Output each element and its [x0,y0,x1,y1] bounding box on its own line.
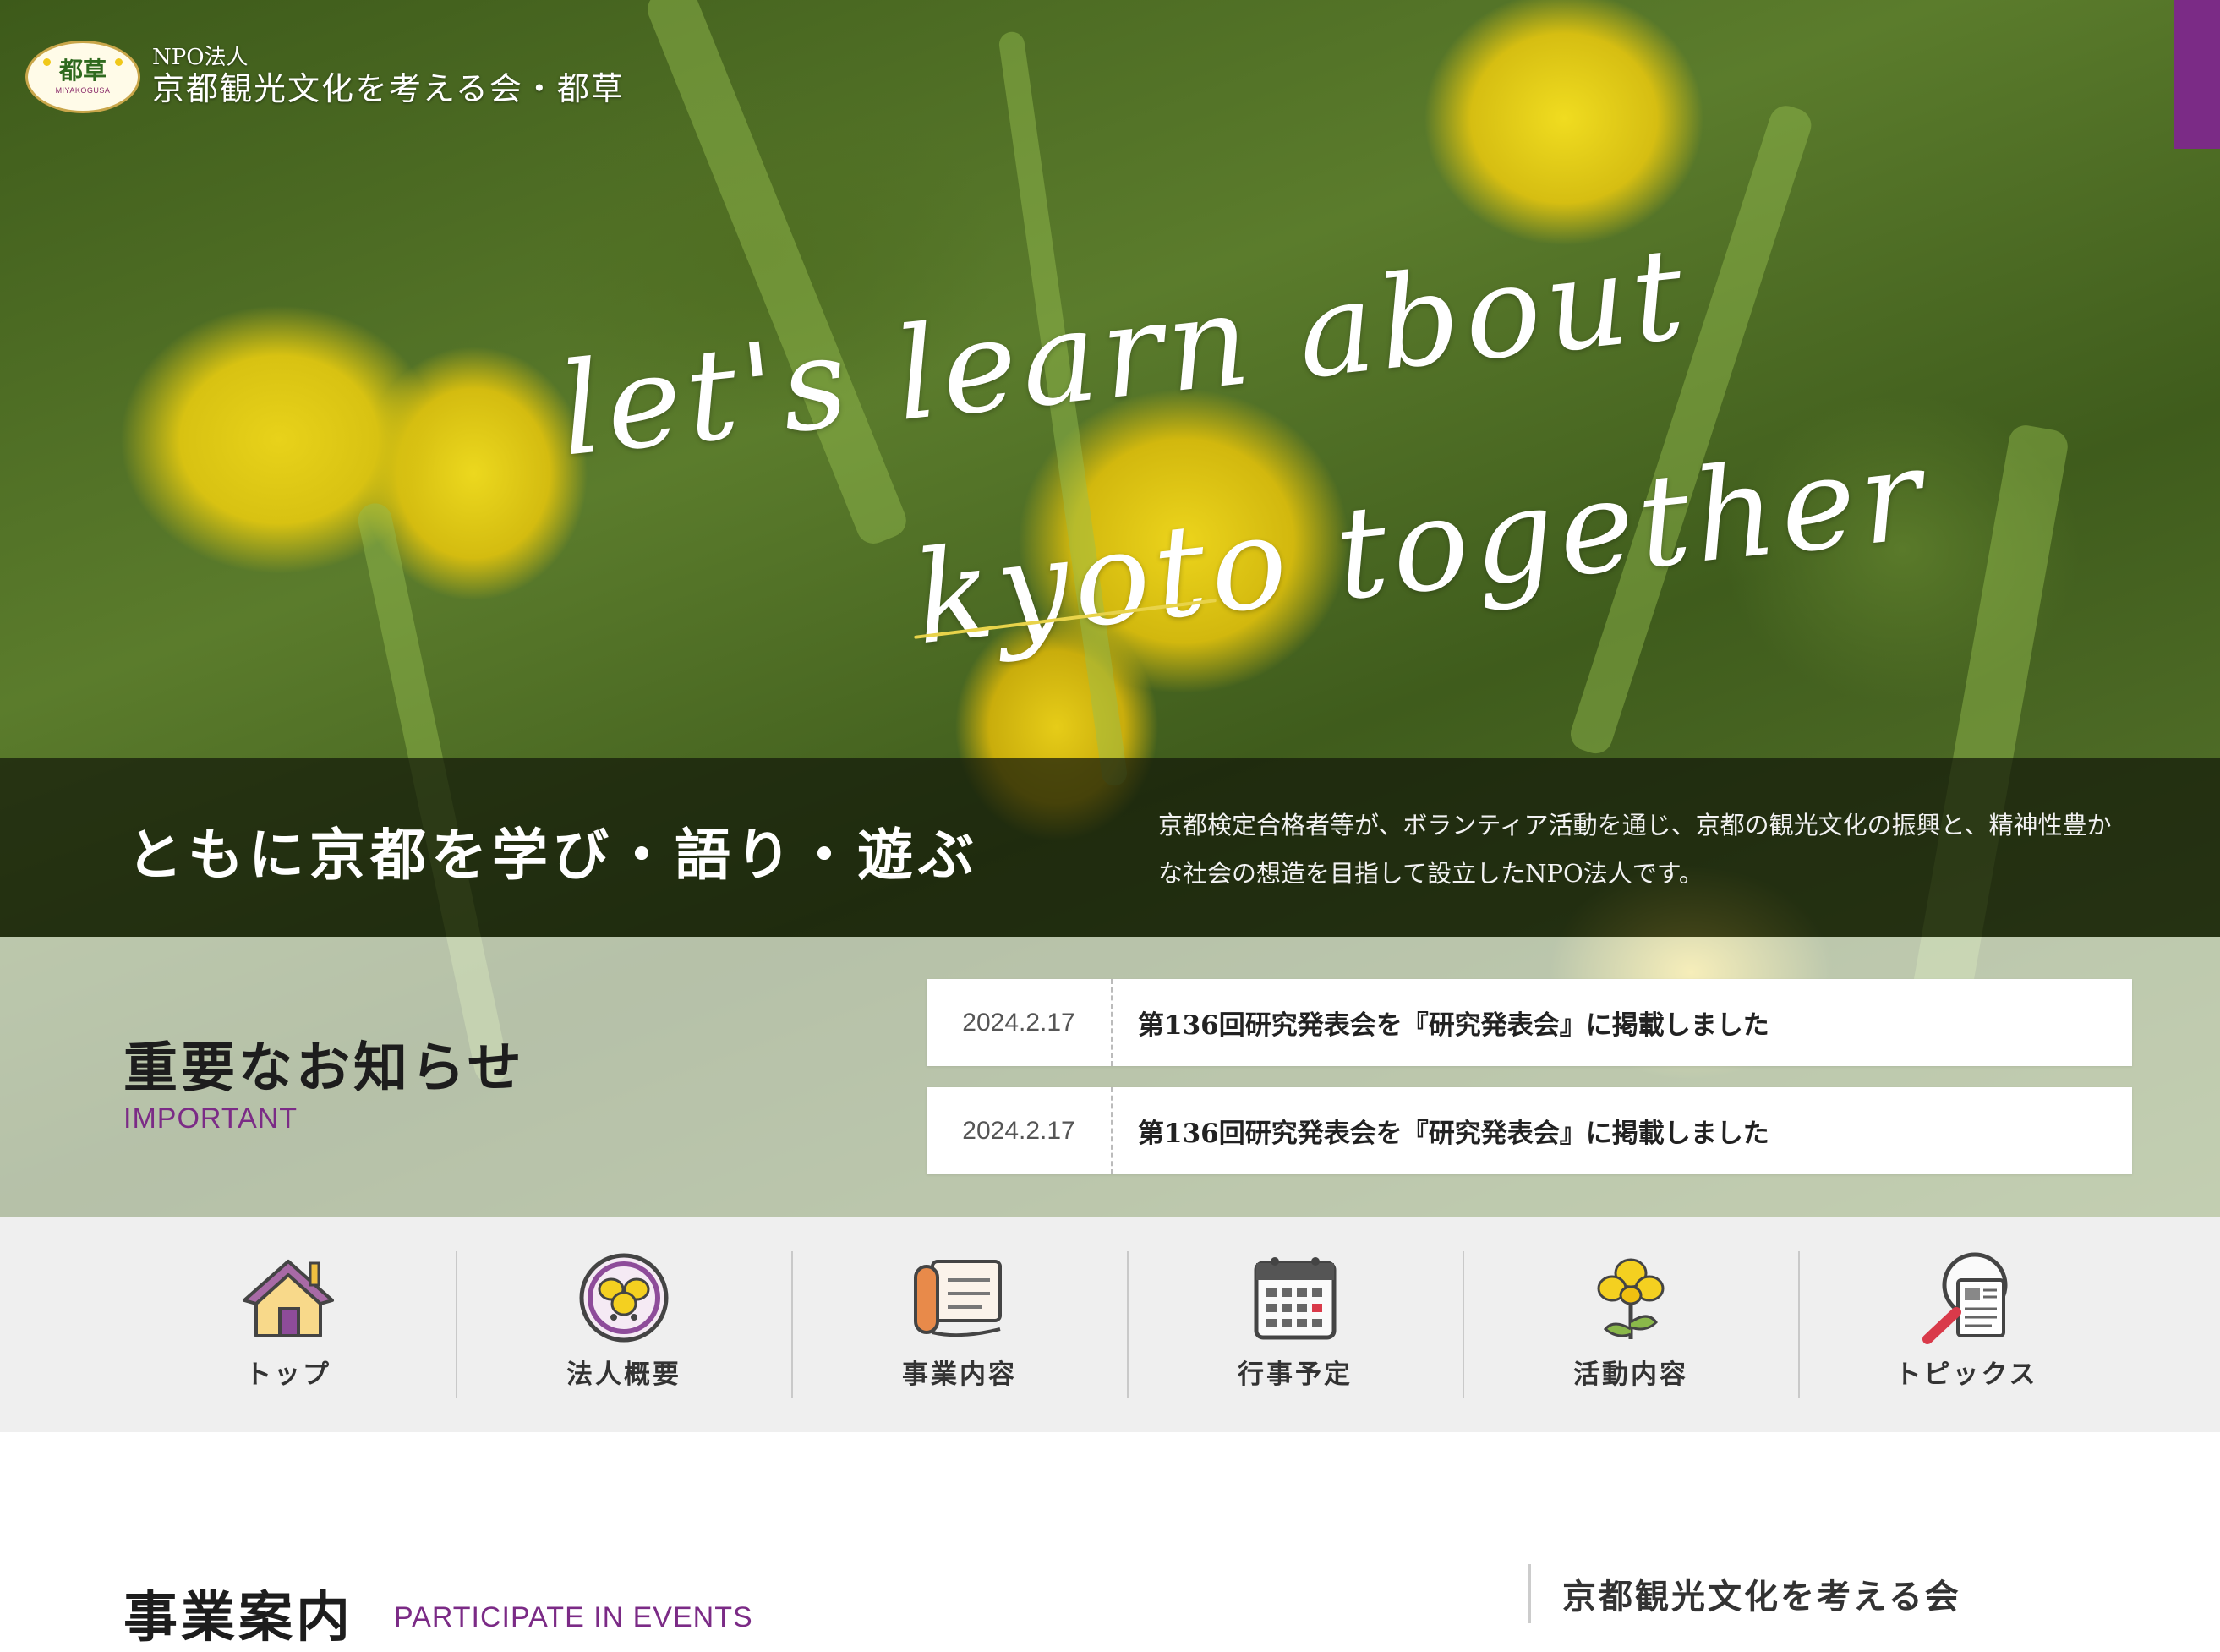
important-title: 重要なお知らせ [123,1037,525,1100]
news-magnifier-icon [1916,1251,2017,1344]
nav-label: 事業内容 [902,1359,1017,1390]
nav-label: 法人概要 [566,1359,681,1390]
hero-description: 京都検定合格者等が、ボランティア活動を通じ、京都の観光文化の振興と、精神性豊かな… [1158,811,2112,888]
events-subtitle: PARTICIPATE IN EVENTS [394,1601,753,1633]
calendar-icon [1244,1251,1346,1344]
menu-tab[interactable] [2174,0,2220,149]
important-subtitle: IMPORTANT [123,1102,298,1135]
org-type: NPO法人 [152,44,249,70]
nav-item-top[interactable]: トップ [121,1251,456,1398]
notice-item[interactable]: 2024.2.17 第136回研究発表会を『研究発表会』に掲載しました [927,979,2132,1066]
site-logo[interactable]: 都草 MIYAKOGUSA NPO法人 京都観光文化を考える会・都草 [25,41,625,113]
nav-label: トピックス [1895,1359,2038,1390]
house-icon [238,1251,339,1344]
logo-kanji: 都草 [58,57,107,85]
sidebar-rule [1528,1564,1531,1623]
background-leaf [1566,101,1816,758]
notice-title[interactable]: 第136回研究発表会を『研究発表会』に掲載しました [1113,1004,1769,1042]
notice-title[interactable]: 第136回研究発表会を『研究発表会』に掲載しました [1113,1112,1769,1150]
org-name: 京都観光文化を考える会・都草 [152,69,625,107]
hero-script-line1: let's learn about [553,220,1696,485]
nav-item-topics[interactable]: トピックス [1799,1251,2134,1398]
notice-date: 2024.2.17 [927,1087,1113,1174]
nav-item-about[interactable]: 法人概要 [457,1251,791,1398]
flower-badge-icon [573,1251,675,1344]
logo-badge: 都草 MIYAKOGUSA [25,41,140,113]
nav-item-activities[interactable]: 活動内容 [1463,1251,1798,1398]
nav-label: 行事予定 [1238,1359,1353,1390]
scroll-icon [909,1251,1010,1344]
notice-item[interactable]: 2024.2.17 第136回研究発表会を『研究発表会』に掲載しました [927,1087,2132,1174]
sidebar-title: 京都観光文化を考える会 [1562,1577,1961,1616]
nav-item-schedule[interactable]: 行事予定 [1128,1251,1463,1398]
nav-label: 活動内容 [1573,1359,1688,1390]
flower-icon [1580,1251,1681,1344]
org-text: NPO法人 京都観光文化を考える会・都草 [152,46,625,108]
hero-tagline: ともに京都を学び・語り・遊ぶ [127,822,979,888]
nav-item-business[interactable]: 事業内容 [792,1251,1127,1398]
logo-latin: MIYAKOGUSA [55,86,111,95]
events-title: 事業案内 [123,1586,353,1649]
notice-date: 2024.2.17 [927,979,1113,1066]
nav-label: トップ [245,1359,331,1390]
